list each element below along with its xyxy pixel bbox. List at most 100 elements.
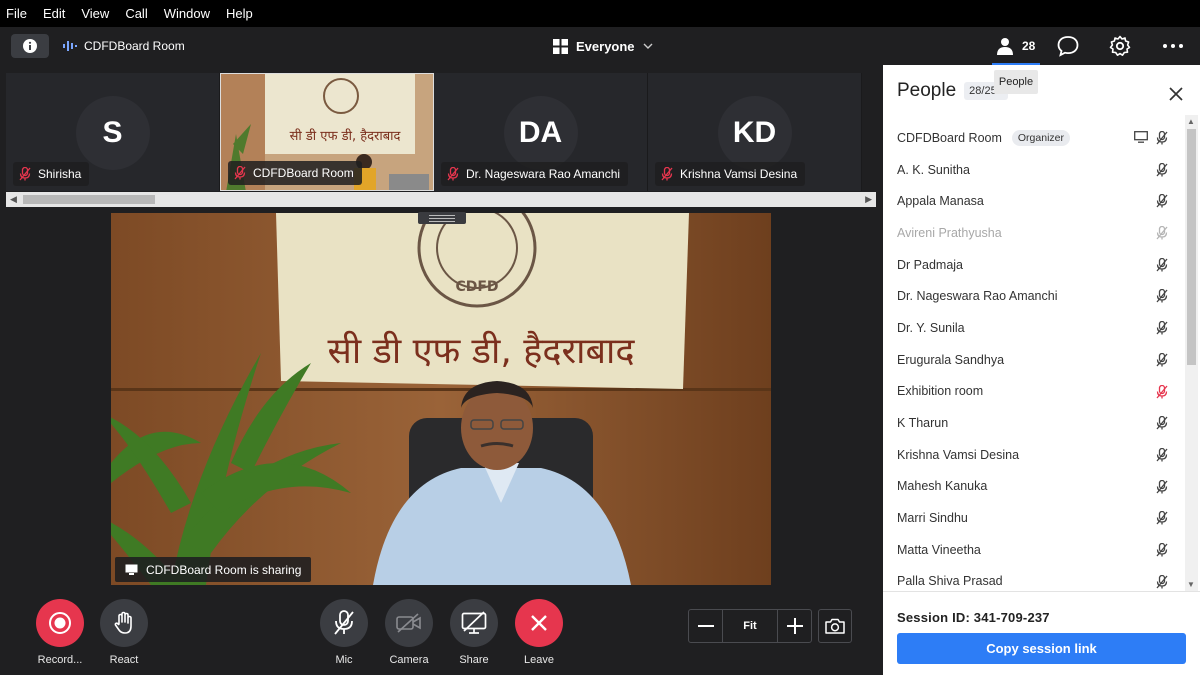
menu-call[interactable]: Call xyxy=(125,6,147,21)
scroll-right-arrow-icon[interactable]: ▶ xyxy=(865,194,872,205)
zoom-in-button[interactable] xyxy=(778,610,811,642)
thumbnail-banner-text: सी डी एफ डी, हैदराबाद xyxy=(290,128,402,144)
divider xyxy=(883,591,1200,592)
react-button[interactable]: React xyxy=(94,599,154,666)
record-label: Record... xyxy=(37,654,83,666)
person-row[interactable]: Dr Padmaja xyxy=(883,249,1188,281)
person-row[interactable]: Dr. Nageswara Rao Amanchi xyxy=(883,280,1188,312)
person-row[interactable]: CDFDBoard Room Organizer xyxy=(883,122,1188,154)
participant-name-tag: CDFDBoard Room xyxy=(228,161,362,185)
participant-name-tag: Shirisha xyxy=(13,162,90,186)
close-panel-button[interactable] xyxy=(1169,81,1183,107)
settings-button[interactable] xyxy=(1108,34,1132,63)
camera-button[interactable]: Camera xyxy=(379,599,439,666)
scroll-up-arrow-icon[interactable]: ▲ xyxy=(1187,117,1195,126)
person-row[interactable]: Erugurala Sandhya xyxy=(883,344,1188,376)
avatar-initials: KD xyxy=(717,96,792,170)
mic-muted-icon xyxy=(1156,194,1168,211)
person-row[interactable]: Krishna Vamsi Desina xyxy=(883,439,1188,471)
organizer-badge: Organizer xyxy=(1011,129,1070,146)
person-name: Dr Padmaja xyxy=(897,257,963,272)
person-row[interactable]: Avireni Prathyusha xyxy=(883,217,1188,249)
participant-tile[interactable]: KD Krishna Vamsi Desina xyxy=(648,73,862,191)
more-options-button[interactable] xyxy=(1162,34,1184,63)
mic-muted-icon xyxy=(1156,289,1168,306)
zoom-out-button[interactable] xyxy=(689,610,722,642)
share-button[interactable]: Share xyxy=(444,599,504,666)
mic-muted-icon xyxy=(447,167,459,181)
person-row[interactable]: Palla Shiva Prasad xyxy=(883,566,1188,590)
mic-muted-icon xyxy=(1156,542,1168,560)
thumbnail-scrollbar[interactable]: ◀ ▶ xyxy=(6,192,876,207)
person-row[interactable]: Dr. Y. Sunila xyxy=(883,312,1188,344)
share-label: Share xyxy=(459,654,489,666)
people-list: CDFDBoard Room Organizer A. K. Sunitha Appa… xyxy=(883,122,1188,590)
audience-selector[interactable]: Everyone xyxy=(553,27,653,65)
participant-name-tag: Krishna Vamsi Desina xyxy=(655,162,806,186)
camera-off-icon xyxy=(396,613,421,633)
person-row[interactable]: Matta Vineetha xyxy=(883,534,1188,566)
share-button-circle xyxy=(450,599,498,647)
person-row[interactable]: Exhibition room xyxy=(883,376,1188,408)
participant-thumbnails: S Shirisha सी डी एफ डी, हैदराबाद CDFDBoa… xyxy=(6,73,876,191)
screen-share-icon xyxy=(125,564,138,575)
copy-session-link-button[interactable]: Copy session link xyxy=(897,633,1186,664)
person-row[interactable]: A. K. Sunitha xyxy=(883,154,1188,186)
people-button[interactable]: 28 xyxy=(996,27,1035,65)
mic-muted-icon xyxy=(1156,384,1168,402)
mic-muted-icon xyxy=(1156,352,1168,370)
mic-button[interactable]: Mic xyxy=(314,599,374,666)
sharing-indicator: CDFDBoard Room is sharing xyxy=(115,557,312,582)
menu-help[interactable]: Help xyxy=(226,6,253,21)
session-id: Session ID: 341-709-237 xyxy=(897,610,1050,625)
mic-muted-icon xyxy=(1156,320,1168,338)
person-row[interactable]: Marri Sindhu xyxy=(883,502,1188,534)
participant-tile[interactable]: DA Dr. Nageswara Rao Amanchi xyxy=(434,73,648,191)
person-name: Appala Manasa xyxy=(897,194,984,209)
mic-muted-icon xyxy=(1156,416,1168,433)
menu-edit[interactable]: Edit xyxy=(43,6,65,21)
menu-window[interactable]: Window xyxy=(164,6,210,21)
record-button-circle xyxy=(36,599,84,647)
snapshot-button[interactable] xyxy=(818,609,852,643)
react-label: React xyxy=(109,654,139,666)
person-row[interactable]: Appala Manasa xyxy=(883,185,1188,217)
menu-view[interactable]: View xyxy=(81,6,109,21)
info-button[interactable] xyxy=(11,34,49,58)
screen-share-icon xyxy=(1134,131,1148,146)
participant-tile[interactable]: S Shirisha xyxy=(6,73,220,191)
person-name: CDFDBoard Room xyxy=(897,130,1002,145)
scroll-left-arrow-icon[interactable]: ◀ xyxy=(10,194,17,205)
person-name: K Tharun xyxy=(897,416,949,431)
mic-muted-icon xyxy=(1156,447,1168,465)
person-name: Dr. Y. Sunila xyxy=(897,320,965,335)
audience-label: Everyone xyxy=(576,38,635,54)
person-name: Matta Vineetha xyxy=(897,542,981,557)
menu-file[interactable]: File xyxy=(6,6,27,21)
person-name: Avireni Prathyusha xyxy=(897,225,1002,240)
person-name: Marri Sindhu xyxy=(897,511,968,526)
mic-muted-icon xyxy=(1156,162,1168,180)
zoom-fit-button[interactable]: Fit xyxy=(722,610,778,642)
people-panel-title: People xyxy=(897,80,957,101)
scrollbar-thumb[interactable] xyxy=(23,195,155,204)
camera-label: Camera xyxy=(389,654,429,666)
leave-button[interactable]: Leave xyxy=(509,599,569,666)
mic-muted-icon xyxy=(1156,574,1168,590)
person-row[interactable]: K Tharun xyxy=(883,407,1188,439)
leave-button-circle xyxy=(515,599,563,647)
people-scrollbar[interactable]: ▲ ▼ xyxy=(1185,115,1198,591)
scroll-down-arrow-icon[interactable]: ▼ xyxy=(1187,580,1195,589)
participant-tile-video[interactable]: सी डी एफ डी, हैदराबाद CDFDBoard Room xyxy=(220,73,434,191)
scrollbar-thumb[interactable] xyxy=(1187,129,1196,365)
call-toolbar: CDFDBoard Room Everyone 28 xyxy=(0,27,1200,65)
chat-button[interactable] xyxy=(1056,34,1080,63)
mic-muted-icon xyxy=(234,166,246,180)
more-dots-icon xyxy=(1163,44,1183,48)
person-row[interactable]: Mahesh Kanuka xyxy=(883,471,1188,503)
record-button[interactable]: Record... xyxy=(30,599,90,666)
person-name: A. K. Sunitha xyxy=(897,162,970,177)
people-panel-header: People 28/251 xyxy=(897,80,1008,102)
person-name: Palla Shiva Prasad xyxy=(897,574,1003,589)
resize-handle[interactable] xyxy=(418,212,466,224)
